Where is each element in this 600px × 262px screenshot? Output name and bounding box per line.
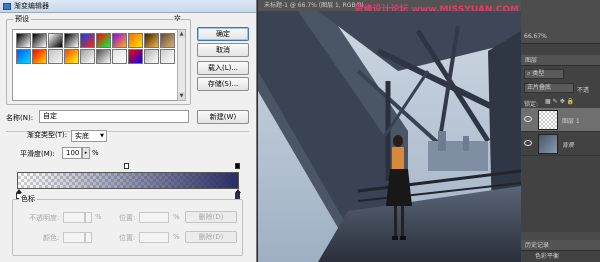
opacity-dropdown-icon[interactable] bbox=[85, 212, 92, 223]
gradient-preset-swatch[interactable] bbox=[32, 33, 47, 48]
color-dropdown-icon[interactable] bbox=[85, 232, 92, 243]
opacity-location-unit: % bbox=[173, 213, 180, 221]
layer-name: 背景 bbox=[562, 142, 575, 149]
scroll-down-arrow-icon[interactable]: ▼ bbox=[178, 92, 185, 100]
eye-icon[interactable] bbox=[524, 140, 532, 146]
layers-panel-footer bbox=[521, 232, 600, 240]
opacity-unit: % bbox=[95, 213, 102, 221]
layer-thumbnail bbox=[538, 134, 558, 154]
new-button[interactable]: 新建(W) bbox=[197, 110, 249, 124]
presets-label: 预设 bbox=[13, 14, 31, 24]
cancel-button[interactable]: 取消 bbox=[197, 43, 249, 57]
smoothness-unit: % bbox=[92, 149, 99, 157]
color-label: 颜色: bbox=[43, 234, 60, 242]
gradient-preset-swatch[interactable] bbox=[112, 49, 127, 64]
gradient-preset-swatch[interactable] bbox=[64, 33, 79, 48]
color-location-field[interactable] bbox=[139, 232, 169, 243]
smoothness-label: 平滑度(M): bbox=[20, 150, 55, 158]
color-location-unit: % bbox=[173, 233, 180, 241]
gradient-preset-swatch[interactable] bbox=[48, 49, 63, 64]
gradient-preset-swatch[interactable] bbox=[112, 33, 127, 48]
delete-opacity-stop-button[interactable]: 删除(D) bbox=[185, 211, 237, 223]
gear-icon[interactable]: ✲ bbox=[173, 15, 181, 24]
layer-thumbnail bbox=[538, 110, 558, 130]
gradient-type-value: 实底 bbox=[75, 132, 89, 140]
navigator-strip: 66.67% bbox=[521, 0, 600, 44]
name-input[interactable]: 自定 bbox=[39, 110, 189, 123]
search-icon: ⌕ bbox=[527, 70, 531, 77]
gradient-editor-dialog: 渐变编辑器 预设 ✲ ▲ ▼ 确定 取消 载入(L)... 存储(S)... 名… bbox=[0, 0, 257, 262]
gradient-preset-swatch[interactable] bbox=[16, 33, 31, 48]
presets-group: 预设 ✲ ▲ ▼ bbox=[6, 14, 191, 105]
presets-swatch-grid bbox=[12, 29, 179, 101]
photoshop-app-icon bbox=[3, 3, 11, 10]
smoothness-dropdown-icon[interactable]: ▸ bbox=[82, 147, 90, 159]
color-swatch-field[interactable] bbox=[63, 232, 85, 243]
right-panels: 66.67% 图层 ⌕ 类型 正片叠底 不透 锁定: ▦✎✥🔒 图层 1 背景 … bbox=[521, 0, 600, 262]
opacity-label: 不透明度: bbox=[29, 214, 60, 222]
layer-row[interactable]: 背景 bbox=[521, 132, 600, 156]
gradient-preset-swatch[interactable] bbox=[16, 49, 31, 64]
opacity-field[interactable] bbox=[63, 212, 85, 223]
history-item[interactable]: 色彩平衡 bbox=[521, 252, 600, 262]
gradient-preset-swatch[interactable] bbox=[64, 49, 79, 64]
gradient-preset-swatch[interactable] bbox=[160, 33, 175, 48]
opacity-abbr-label: 不透 bbox=[577, 87, 590, 94]
chevron-down-icon: ▼ bbox=[100, 133, 104, 139]
opacity-stop-right[interactable] bbox=[235, 163, 240, 169]
history-panel-title: 历史记录 bbox=[525, 242, 550, 249]
opacity-location-field[interactable] bbox=[139, 212, 169, 223]
gradient-preset-swatch[interactable] bbox=[32, 49, 47, 64]
gradient-preset-swatch[interactable] bbox=[96, 33, 111, 48]
layers-panel-title: 图层 bbox=[525, 57, 538, 64]
gradient-preset-swatch[interactable] bbox=[128, 33, 143, 48]
lock-label: 锁定: bbox=[524, 101, 539, 108]
layers-panel-header[interactable]: 图层 bbox=[521, 55, 600, 66]
gradient-type-label: 渐变类型(T): bbox=[27, 131, 68, 139]
load-button[interactable]: 载入(L)... bbox=[197, 61, 249, 75]
dialog-title: 渐变编辑器 bbox=[14, 2, 49, 10]
gradient-preset-swatch[interactable] bbox=[96, 49, 111, 64]
layer-kind-label: 类型 bbox=[532, 70, 545, 77]
blend-mode-value: 正片叠底 bbox=[527, 84, 552, 91]
gradient-preset-swatch[interactable] bbox=[160, 49, 175, 64]
history-item-label: 色彩平衡 bbox=[535, 253, 560, 260]
color-stops-label: 色标 bbox=[19, 194, 37, 204]
scroll-up-arrow-icon[interactable]: ▲ bbox=[178, 30, 185, 38]
gradient-preview-bar[interactable] bbox=[17, 172, 239, 189]
delete-color-stop-button[interactable]: 删除(D) bbox=[185, 231, 237, 243]
color-stops-group: 色标 不透明度: % 位置: % 删除(D) 颜色: 位置: % 删除(D) bbox=[12, 194, 243, 256]
presets-scrollbar[interactable]: ▲ ▼ bbox=[177, 29, 186, 101]
opacity-stop-left[interactable] bbox=[124, 163, 129, 169]
gradient-preset-swatch[interactable] bbox=[80, 49, 95, 64]
layer-row[interactable]: 图层 1 bbox=[521, 108, 600, 132]
opacity-location-label: 位置: bbox=[119, 214, 136, 222]
document-canvas[interactable]: 未标题-1 @ 66.7% (图层 1, RGB/8) 思缘设计论坛 www.M… bbox=[258, 0, 521, 262]
gradient-preset-swatch[interactable] bbox=[48, 33, 63, 48]
history-panel-header[interactable]: 历史记录 bbox=[521, 240, 600, 251]
gradient-preset-swatch[interactable] bbox=[80, 33, 95, 48]
layer-name: 图层 1 bbox=[562, 118, 580, 125]
gradient-preset-swatch[interactable] bbox=[128, 49, 143, 64]
ok-button[interactable]: 确定 bbox=[197, 27, 249, 41]
layer-kind-filter[interactable]: ⌕ 类型 bbox=[524, 69, 564, 79]
gradient-preset-swatch[interactable] bbox=[144, 33, 159, 48]
smoothness-input[interactable]: 100 bbox=[62, 147, 82, 159]
color-location-label: 位置: bbox=[119, 234, 136, 242]
gradient-preset-swatch[interactable] bbox=[144, 49, 159, 64]
name-label: 名称(N): bbox=[6, 114, 34, 122]
zoom-level: 66.67% bbox=[524, 33, 547, 40]
bridge-photo bbox=[258, 11, 521, 262]
gradient-type-select[interactable]: 实底 ▼ bbox=[71, 130, 107, 142]
dialog-titlebar[interactable]: 渐变编辑器 bbox=[0, 0, 256, 13]
eye-icon[interactable] bbox=[524, 116, 532, 122]
save-button[interactable]: 存储(S)... bbox=[197, 77, 249, 91]
lock-icons[interactable]: ▦✎✥🔒 bbox=[545, 98, 576, 105]
blend-mode-select[interactable]: 正片叠底 bbox=[524, 83, 574, 93]
